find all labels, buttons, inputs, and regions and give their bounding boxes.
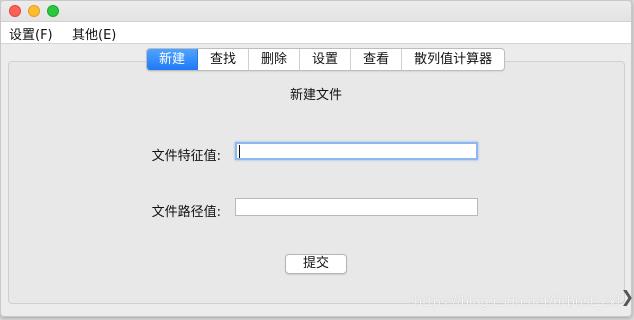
app-window: 设置(F) 其他(E) 新建 查找 删除 设置 查看 散列值计算器 新建文件 文…	[0, 0, 632, 317]
watermark-text: https://blog.csdn.net/hrbust_cxl	[414, 295, 620, 310]
tab-search[interactable]: 查找	[198, 49, 250, 70]
tab-delete[interactable]: 删除	[249, 49, 301, 70]
feature-value-input[interactable]	[235, 142, 478, 160]
text-cursor	[239, 145, 240, 158]
menu-bar: 设置(F) 其他(E)	[1, 22, 631, 44]
main-content: 新建 查找 删除 设置 查看 散列值计算器 新建文件 文件特征值: 文件路径值:…	[1, 44, 631, 316]
minimize-window-button[interactable]	[28, 5, 40, 17]
submit-button[interactable]: 提交	[285, 254, 347, 274]
menu-settings[interactable]: 设置(F)	[9, 24, 53, 43]
path-value-label: 文件路径值:	[151, 205, 221, 220]
tab-view[interactable]: 查看	[351, 49, 403, 70]
tab-hash-calculator[interactable]: 散列值计算器	[402, 49, 504, 70]
close-window-button[interactable]	[9, 5, 21, 17]
tab-new[interactable]: 新建	[147, 49, 199, 70]
menu-other[interactable]: 其他(E)	[72, 24, 116, 43]
feature-value-label: 文件特征值:	[151, 149, 221, 164]
panel-heading: 新建文件	[289, 88, 342, 103]
tab-bar: 新建 查找 删除 设置 查看 散列值计算器	[146, 48, 506, 71]
zoom-window-button[interactable]	[47, 5, 59, 17]
resize-handle-icon: ❯	[620, 287, 634, 306]
tab-settings[interactable]: 设置	[300, 49, 352, 70]
path-value-input[interactable]	[235, 198, 478, 216]
title-bar	[1, 1, 631, 22]
